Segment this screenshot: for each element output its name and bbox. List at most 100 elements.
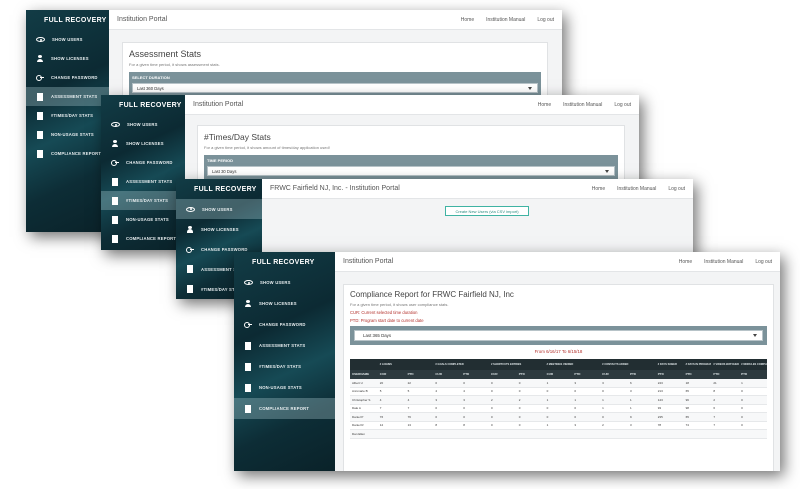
sidebar-item-show-licenses[interactable]: SHOW LICENSES [234,293,335,314]
sidebar-item-compliance-report[interactable]: COMPLIANCE REPORT [101,229,185,248]
stat-cell: 74 [685,423,689,428]
page-title: Assessment Stats [129,49,202,59]
stat-cell: 0 [518,389,521,394]
table-row: Daniel P 76 76 0 0 0 0 0 0 0 9 235 65 7 0 [350,412,767,421]
window-compliance-report: FULL RECOVERY SHOW USERS SHOW LICENSES CHA… [234,252,780,471]
time-period-select[interactable]: Last 30 Days [207,166,615,176]
stat-cell: 0 [574,414,577,419]
stat-cell: 0 [490,380,493,385]
logout-link[interactable]: Log out [614,102,631,108]
stat-cell: 1 [602,406,604,411]
main-content: Compliance Report for FRWC Fairfield NJ,… [335,272,780,471]
duration-select[interactable]: Last 360 Days [132,83,538,93]
stat-cell: 0 [490,389,493,394]
stat-cell: 0 [435,380,438,385]
stat-cell: 2 [518,397,521,402]
stat-cell [545,430,573,439]
username-cell: Dale A [352,406,361,411]
sidebar-item-label: COMPLIANCE REPORT [259,406,310,411]
stat-cell: 0 [490,414,493,419]
sidebar-item-assessment-stats[interactable]: ASSESSMENT STATS [26,87,109,106]
sidebar-item-label: CHANGE PASSWORD [201,246,248,252]
duration-panel: Last 365 Days [350,326,767,345]
username-header: USERNAME [350,370,378,379]
stat-cell: 1 [546,380,549,385]
sidebar-item-non-usage-stats[interactable]: NON-USAGE STATS [26,125,109,144]
stat-cell: 3 [629,389,632,394]
manual-link[interactable]: Institution Manual [486,17,525,23]
stat-cell: 12 [379,423,384,428]
sub-header: CUR [544,370,573,379]
sidebar-item-show-users[interactable]: SHOW USERS [26,30,109,49]
portal-title: Institution Portal [343,258,394,265]
stat-cell: 4 [407,397,410,402]
sidebar-item-assessment-stats[interactable]: ASSESSMENT STATS [101,172,185,191]
home-link[interactable]: Home [679,259,692,265]
stat-cell: 6 [713,406,716,411]
group-header: # LOGINS [377,359,434,370]
eye-icon [111,122,120,127]
stat-cell [684,430,712,439]
sub-header: CUR [488,370,517,379]
sidebar-item-times-day-stats[interactable]: #TIMES/DAY STATS [101,191,185,210]
table-row: Dan Ellen [350,429,767,439]
stat-cell: 0 [518,414,521,419]
sidebar-item-label: #TIMES/DAY STATS [51,113,94,118]
create-users-button[interactable]: Create New Users (via CSV import) [445,206,529,216]
logout-link[interactable]: Log out [755,259,772,265]
sidebar: FULL RECOVERY SHOW USERS SHOW LICENSES CHA… [101,95,185,250]
portal-title: Institution Portal [193,101,244,108]
brand-logo: FULL RECOVERY [194,185,257,193]
sidebar-item-label: SHOW LICENSES [51,56,89,61]
stat-cell: 0 [435,406,438,411]
manual-link[interactable]: Institution Manual [563,102,602,108]
stat-cell: 2 [602,423,604,428]
document-icon [37,92,43,101]
home-link[interactable]: Home [592,186,605,192]
sidebar-item-label: ASSESSMENT STATS [51,94,98,99]
sidebar-item-change-password[interactable]: CHANGE PASSWORD [234,314,335,335]
sidebar-item-show-licenses[interactable]: SHOW LICENSES [176,219,262,239]
stat-cell: 5 [407,389,410,394]
logout-link[interactable]: Log out [537,17,554,23]
stat-cell: 5 [379,389,382,394]
sidebar-item-change-password[interactable]: CHANGE PASSWORD [26,68,109,87]
manual-link[interactable]: Institution Manual [617,186,656,192]
stat-cell: 0 [463,406,465,411]
sub-header: PTD [405,370,434,379]
home-link[interactable]: Home [538,102,551,108]
sidebar-item-label: COMPLIANCE REPORT [126,236,177,241]
sidebar-item-show-users[interactable]: SHOW USERS [176,199,262,219]
sidebar-item-label: #TIMES/DAY STATS [259,364,302,369]
manual-link[interactable]: Institution Manual [704,259,743,265]
home-link[interactable]: Home [461,17,474,23]
sidebar-item-show-licenses[interactable]: SHOW LICENSES [101,134,185,153]
stat-cell: 9 [629,414,632,419]
sidebar-item-show-licenses[interactable]: SHOW LICENSES [26,49,109,68]
sidebar-item-change-password[interactable]: CHANGE PASSWORD [101,153,185,172]
logout-link[interactable]: Log out [668,186,685,192]
stat-cell: 98 [685,406,689,411]
sidebar-item-label: CHANGE PASSWORD [51,75,98,80]
sidebar-item-non-usage-stats[interactable]: NON-USAGE STATS [101,210,185,229]
sidebar-item-non-usage-stats[interactable]: NON-USAGE STATS [234,377,335,398]
key-icon [111,159,119,166]
stat-cell: 2 [490,397,493,402]
page-title: Compliance Report for FRWC Fairfield NJ,… [350,290,514,299]
sidebar-item-compliance-report[interactable]: COMPLIANCE REPORT [26,144,109,163]
duration-select[interactable]: Last 365 Days [354,330,763,341]
sidebar-item-compliance-report[interactable]: COMPLIANCE REPORT [234,398,335,419]
document-icon [187,285,193,293]
document-icon [187,265,193,273]
sidebar-item-times-day-stats[interactable]: #TIMES/DAY STATS [234,356,335,377]
sidebar-item-show-users[interactable]: SHOW USERS [234,272,335,293]
sidebar-item-show-users[interactable]: SHOW USERS [101,115,185,134]
sidebar-item-assessment-stats[interactable]: ASSESSMENT STATS [234,335,335,356]
stat-cell: 0 [546,414,549,419]
stat-cell: 76 [379,414,384,419]
eye-icon [186,206,195,212]
top-bar: FRWC Fairfield NJ, Inc. - Institution Po… [262,179,693,199]
sidebar-item-times-day-stats[interactable]: #TIMES/DAY STATS [26,106,109,125]
stat-cell: 0 [518,423,521,428]
document-icon [112,215,118,224]
